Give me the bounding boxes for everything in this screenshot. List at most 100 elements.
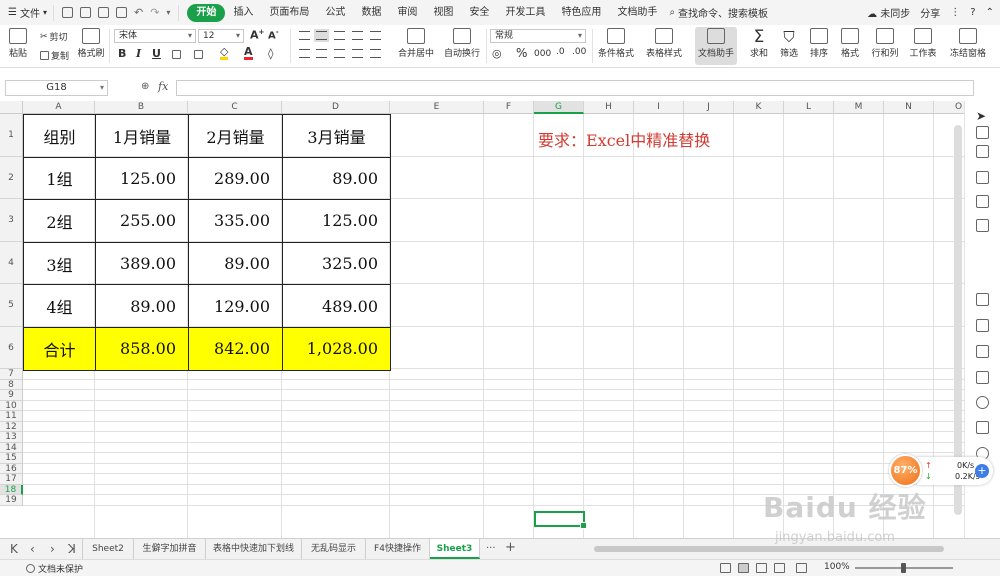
table-cell[interactable]: 89.00 — [282, 156, 391, 201]
decrease-decimal-icon[interactable]: .00 — [572, 47, 586, 57]
apps-icon[interactable] — [976, 195, 989, 208]
zoom-slider[interactable] — [855, 563, 953, 573]
column-header[interactable]: A — [23, 101, 95, 114]
row-header[interactable]: 18 — [0, 485, 23, 495]
conditional-format-button[interactable]: 条件格式 — [596, 28, 636, 59]
sheet-tab-active[interactable]: Sheet3 — [430, 539, 480, 559]
row-header[interactable]: 8 — [0, 380, 23, 390]
wrap-text-button[interactable]: 自动换行 — [442, 28, 482, 59]
row-col-button[interactable]: 行和列 — [868, 28, 902, 59]
table-style-button[interactable]: 表格样式 — [642, 28, 686, 59]
font-color-icon[interactable]: A — [244, 46, 253, 60]
protection-status[interactable]: 文档未保护 — [38, 562, 83, 575]
column-header[interactable]: M — [834, 101, 884, 114]
chart-icon[interactable] — [976, 219, 989, 232]
row-header[interactable]: 1 — [0, 114, 23, 157]
name-box[interactable]: G18 — [5, 80, 108, 96]
orientation-icon[interactable] — [370, 31, 381, 40]
share-button[interactable]: 分享 — [920, 5, 940, 20]
row-header[interactable]: 13 — [0, 432, 23, 443]
column-header[interactable]: L — [784, 101, 834, 114]
column-header[interactable]: N — [884, 101, 934, 114]
column-header[interactable]: H — [584, 101, 634, 114]
row-header[interactable]: 4 — [0, 242, 23, 284]
sum-button[interactable]: Σ 求和 — [746, 28, 772, 59]
property-icon[interactable] — [976, 171, 989, 184]
align-top-icon[interactable] — [299, 31, 310, 40]
network-speed-widget[interactable]: ↑ 0K/s ↓ 0.2K/s + 87% — [887, 451, 997, 491]
column-header[interactable]: K — [734, 101, 784, 114]
table-cell[interactable]: 2组 — [23, 199, 96, 243]
doc-helper-button[interactable]: 文档助手 — [695, 27, 737, 65]
column-header[interactable]: J — [684, 101, 734, 114]
column-header[interactable]: O — [934, 101, 964, 114]
select-all-corner[interactable] — [0, 101, 23, 114]
indent-icon[interactable] — [352, 31, 363, 40]
horizontal-scrollbar[interactable] — [588, 544, 948, 554]
normal-view-icon[interactable] — [738, 563, 749, 573]
clear-format-icon[interactable]: ◊ — [268, 47, 273, 60]
underline-icon[interactable]: U — [152, 47, 161, 60]
last-sheet-icon[interactable]: ꓘ — [68, 542, 76, 556]
table-cell[interactable]: 1组 — [23, 156, 96, 201]
boost-plus-icon[interactable]: + — [975, 464, 989, 478]
table-cell[interactable]: 389.00 — [95, 241, 189, 286]
sheet-tab[interactable]: 生僻字加拼音 — [134, 539, 206, 559]
align-center-icon[interactable] — [316, 49, 327, 58]
reading-view-icon[interactable] — [774, 563, 785, 573]
spreadsheet-grid[interactable]: ABCDEFGHIJKLMNO 1 2 3 4 5 6 7 8 9 10 11 12 13 14 15 16 1… — [0, 101, 964, 538]
copy-sheet-icon[interactable] — [976, 293, 989, 306]
image-icon[interactable] — [976, 371, 989, 384]
table-cell[interactable]: 289.00 — [188, 156, 283, 201]
tab-home[interactable]: 开始 — [187, 3, 226, 22]
row-header[interactable]: 14 — [0, 443, 23, 453]
print-preview-icon[interactable] — [115, 7, 127, 18]
scrollbar-thumb[interactable] — [594, 546, 944, 552]
zoom-level[interactable]: 100% — [824, 562, 850, 572]
eye-protection-icon[interactable] — [720, 563, 731, 573]
row-header[interactable]: 15 — [0, 453, 23, 464]
font-name-select[interactable]: 宋体 — [114, 29, 196, 43]
collapse-ribbon-icon[interactable]: ⌃ — [986, 7, 994, 18]
row-header[interactable]: 9 — [0, 390, 23, 401]
font-size-select[interactable]: 12 — [198, 29, 244, 43]
security-icon[interactable] — [976, 396, 989, 409]
table-header-cell[interactable]: 组别 — [23, 114, 96, 158]
align-justify-icon[interactable] — [352, 49, 363, 58]
tab-view[interactable]: 视图 — [425, 4, 461, 22]
row-header[interactable]: 11 — [0, 411, 23, 422]
tab-developer[interactable]: 开发工具 — [497, 4, 553, 22]
freeze-panes-button[interactable]: 冻结窗格 — [946, 28, 990, 59]
requirement-note[interactable]: 要求：Excel中精准替换 — [538, 127, 710, 151]
currency-format-icon[interactable]: ◎ — [492, 47, 502, 60]
thousands-separator-icon[interactable]: 000 — [534, 49, 551, 59]
active-cell-selection[interactable] — [534, 511, 587, 529]
tab-doc-helper[interactable]: 文档助手 — [609, 4, 665, 22]
align-middle-icon[interactable] — [314, 29, 329, 42]
tab-special-apps[interactable]: 特色应用 — [553, 4, 609, 22]
bold-icon[interactable]: B — [118, 47, 126, 60]
worksheet-button[interactable]: 工作表 — [906, 28, 940, 59]
merge-style-icon[interactable] — [194, 50, 203, 59]
tab-review[interactable]: 审阅 — [389, 4, 425, 22]
table-cell[interactable]: 89.00 — [188, 241, 283, 286]
column-header[interactable]: I — [634, 101, 684, 114]
more-options-icon[interactable]: ⋮ — [950, 7, 960, 18]
row-header[interactable]: 17 — [0, 474, 23, 485]
decrease-font-icon[interactable]: A- — [268, 28, 279, 41]
distributed-icon[interactable] — [370, 49, 381, 58]
table-cell[interactable]: 325.00 — [282, 241, 391, 286]
add-sheet-icon[interactable]: + — [505, 540, 516, 555]
italic-icon[interactable]: I — [136, 47, 141, 60]
align-bottom-icon[interactable] — [334, 31, 345, 40]
format-button[interactable]: 格式 — [836, 28, 864, 59]
row-header[interactable]: 2 — [0, 157, 23, 199]
table-cell[interactable]: 125.00 — [95, 156, 189, 201]
sales-table[interactable]: 组别 1月销量 2月销量 3月销量 1组 125.00 289.00 89.00… — [23, 114, 391, 371]
settings-panel-icon[interactable] — [976, 421, 989, 434]
column-header[interactable]: G — [534, 101, 584, 114]
row-header[interactable]: 12 — [0, 422, 23, 432]
sync-status[interactable]: ☁ 未同步 — [867, 5, 910, 20]
style-icon[interactable] — [976, 145, 989, 158]
zoom-slider-knob[interactable] — [901, 563, 906, 573]
